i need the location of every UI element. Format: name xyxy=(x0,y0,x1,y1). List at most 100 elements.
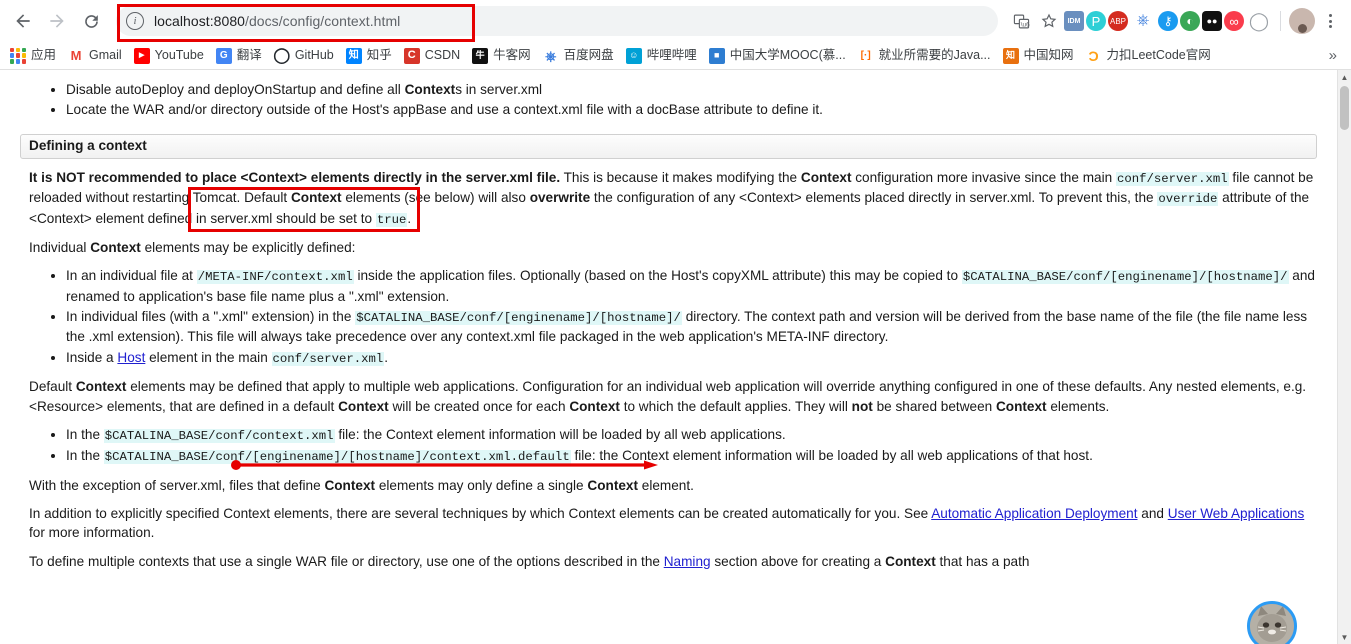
bookmark-item-gmail[interactable]: M Gmail xyxy=(62,46,128,66)
tampermonkey-icon[interactable]: ●● xyxy=(1202,11,1222,31)
svg-text:\u6587: \u6587 xyxy=(1020,21,1029,28)
snipaste-icon[interactable]: ◐ xyxy=(1180,11,1200,31)
text-run: and xyxy=(1137,506,1168,521)
default-definitions-list: In the $CATALINA_BASE/conf/context.xml f… xyxy=(20,425,1317,467)
leetcode-icon: Ɔ xyxy=(1088,47,1099,64)
bookmark-item-baidu-pan[interactable]: ⎈ 百度网盘 xyxy=(537,46,620,66)
text-run: inside the application files. Optionally… xyxy=(353,268,962,284)
star-icon[interactable] xyxy=(1036,8,1062,34)
bold-context: Context xyxy=(75,379,127,395)
individual-definitions-list: In an individual file at /META-INF/conte… xyxy=(20,266,1317,368)
text-run: With the exception of server.xml, files … xyxy=(29,477,325,493)
bookmark-item-icourse163[interactable]: ■ 中国大学MOOC(慕... xyxy=(703,46,852,66)
back-arrow-icon[interactable] xyxy=(8,6,38,36)
bookmark-item-github[interactable]: ◯ GitHub xyxy=(268,46,340,66)
link-user-web-applications[interactable]: User Web Applications xyxy=(1168,506,1305,521)
list-item: In individual files (with a ".xml" exten… xyxy=(66,307,1317,347)
adblock-plus-icon[interactable]: ABP xyxy=(1108,11,1128,31)
url-path: /docs/config/context.html xyxy=(245,13,401,29)
bold-overwrite: overwrite xyxy=(529,190,591,206)
bookmark-item-cnki[interactable]: 知 中国知网 xyxy=(997,46,1080,66)
bookmark-item-leetcode[interactable]: Ɔ 力扣LeetCode官网 xyxy=(1080,46,1217,66)
bold-context: Context xyxy=(290,190,342,206)
github-icon: ◯ xyxy=(273,47,291,64)
para-default-context: Default Context elements may be defined … xyxy=(20,377,1317,416)
text-run: elements (see below) will also xyxy=(341,190,530,206)
forward-arrow-icon[interactable] xyxy=(42,6,72,36)
browser-toolbar: i localhost:8080/docs/config/context.htm… xyxy=(0,0,1351,42)
apps-grid-icon xyxy=(10,47,26,64)
text-run: elements may be explicitly defined: xyxy=(140,239,356,255)
opera-extension-icon[interactable]: ◯ xyxy=(1246,8,1272,34)
idm-extension-icon[interactable]: IDM xyxy=(1064,11,1084,31)
bookmark-label: 就业所需要的Java... xyxy=(878,48,991,63)
bold-context: Context xyxy=(587,477,638,493)
text-run: Inside a xyxy=(66,349,118,365)
bold-context: Context xyxy=(569,398,620,414)
cat-avatar-icon[interactable] xyxy=(1247,601,1297,644)
keepass-extension-icon[interactable]: ⚷ xyxy=(1158,11,1178,31)
baidu-cloud-icon[interactable]: ⎈ xyxy=(1130,8,1156,34)
scroll-down-arrow-icon[interactable]: ▼ xyxy=(1338,630,1351,644)
bold-context: Context xyxy=(404,82,456,97)
scrollbar-thumb[interactable] xyxy=(1340,86,1349,130)
text-run: section above for creating a xyxy=(710,553,886,569)
bookmark-item-translate[interactable]: G 翻译 xyxy=(210,46,268,66)
bookmark-apps[interactable]: 应用 xyxy=(8,46,62,66)
bookmark-item-java-jobs[interactable]: [·] 就业所需要的Java... xyxy=(852,46,997,66)
gmail-icon: M xyxy=(70,48,82,63)
text-run: In addition to explicitly specified Cont… xyxy=(29,506,932,521)
bookmark-item-nowcoder[interactable]: 牛 牛客网 xyxy=(466,46,537,66)
text-run: In an individual file at xyxy=(66,268,197,284)
bookmark-item-zhihu[interactable]: 知 知乎 xyxy=(340,46,398,66)
proxy-extension-icon[interactable]: P xyxy=(1086,11,1106,31)
bookmark-label: 应用 xyxy=(31,48,57,63)
profile-avatar-icon[interactable] xyxy=(1289,8,1315,34)
bold-context: Context xyxy=(324,477,376,493)
youtube-icon: ▶ xyxy=(133,47,150,64)
bookmark-label: CSDN xyxy=(424,48,461,63)
translate-icon[interactable]: \u6587 xyxy=(1008,8,1034,34)
three-dot-menu-icon[interactable] xyxy=(1317,8,1343,34)
code-conf-server-xml: conf/server.xml xyxy=(1115,171,1229,186)
bookmark-item-csdn[interactable]: C CSDN xyxy=(398,46,466,66)
text-run: In the xyxy=(66,448,104,464)
list-item: In an individual file at /META-INF/conte… xyxy=(66,266,1317,306)
code-context-xml-default: $CATALINA_BASE/conf/[enginename]/[hostna… xyxy=(103,450,571,465)
toolbar-divider xyxy=(1280,11,1281,31)
bookmarks-bar: 应用 M Gmail ▶ YouTube G 翻译 ◯ GitHub 知 知乎 … xyxy=(0,42,1351,70)
bilibili-icon: ☺ xyxy=(625,47,642,64)
bookmark-item-bilibili[interactable]: ☺ 哔哩哔哩 xyxy=(620,46,703,66)
bold-context: Context xyxy=(885,553,936,569)
link-automatic-application-deployment[interactable]: Automatic Application Deployment xyxy=(931,506,1137,521)
text-run: elements. xyxy=(1046,398,1110,414)
link-host[interactable]: Host xyxy=(117,350,145,365)
url-text: localhost:8080/docs/config/context.html xyxy=(154,13,400,29)
text-run: This is because it makes modifying the xyxy=(560,169,801,185)
bookmark-label: 力扣LeetCode官网 xyxy=(1106,48,1211,63)
code-override: override xyxy=(1157,192,1219,207)
zhihu-icon: 知 xyxy=(345,47,362,64)
text-run: file: the Context element information wi… xyxy=(570,448,1093,464)
address-bar[interactable]: i localhost:8080/docs/config/context.htm… xyxy=(116,6,998,36)
icourse163-icon: ■ xyxy=(708,47,725,64)
infinity-extension-icon[interactable]: ∞ xyxy=(1224,11,1244,31)
text-run: file: the Context element information wi… xyxy=(334,426,786,442)
scroll-up-arrow-icon[interactable]: ▲ xyxy=(1338,70,1351,84)
list-item: In the $CATALINA_BASE/conf/[enginename]/… xyxy=(66,446,1317,466)
reload-icon[interactable] xyxy=(76,6,106,36)
text-run: . xyxy=(384,349,389,365)
link-naming[interactable]: Naming xyxy=(664,554,711,569)
bookmarks-overflow-button[interactable]: » xyxy=(1323,47,1343,64)
csdn-icon: C xyxy=(403,47,420,64)
site-info-icon[interactable]: i xyxy=(126,12,144,30)
page-scrollbar[interactable]: ▲ ▼ xyxy=(1337,70,1351,644)
folder-bookmark-icon: [·] xyxy=(860,49,871,61)
bookmark-item-youtube[interactable]: ▶ YouTube xyxy=(128,46,210,66)
google-translate-icon: G xyxy=(215,47,232,64)
bookmark-label: GitHub xyxy=(294,48,334,63)
bookmark-label: 百度网盘 xyxy=(563,48,614,63)
document-content: Disable autoDeploy and deployOnStartup a… xyxy=(0,70,1337,644)
list-item: Disable autoDeploy and deployOnStartup a… xyxy=(66,80,1317,99)
code-catalina-base-conf-context-xml: $CATALINA_BASE/conf/context.xml xyxy=(103,428,335,443)
